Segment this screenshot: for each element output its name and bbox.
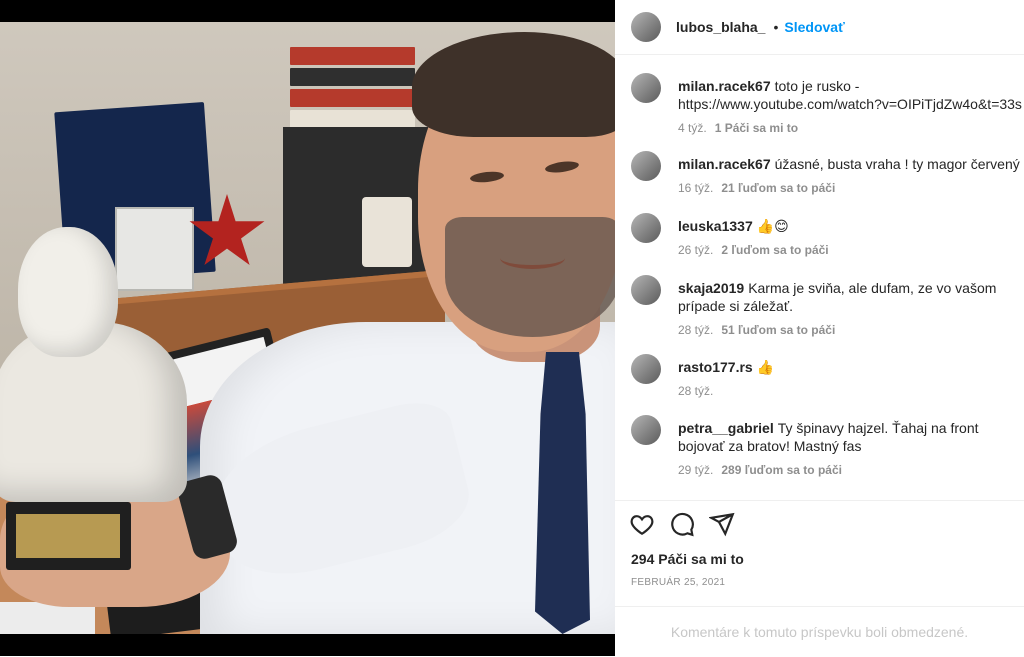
heart-icon[interactable] (629, 511, 655, 537)
photo-scene (0, 22, 615, 634)
comment-item: milan.racek67 toto je rusko - https://www… (631, 73, 1024, 137)
comment-time[interactable]: 26 týž. (678, 243, 713, 257)
comment-likes[interactable]: 289 ľuďom sa to páči (721, 463, 842, 477)
comment-body: skaja2019 Karma je sviňa, ale dufam, ze v… (678, 279, 1023, 339)
share-icon[interactable] (707, 511, 735, 537)
comment-body: milan.racek67 toto je rusko - https://www… (678, 77, 1023, 137)
comment-text: 👍😊 (756, 218, 789, 234)
comment-body: petra__gabriel Ty špinavy hajzel. Ťahaj n… (678, 419, 1023, 479)
comment-avatar[interactable] (631, 151, 661, 181)
comment-body: leuska1337 👍😊 26 týž. 2 ľuďom sa to páči (678, 217, 1023, 259)
post-actions: 294 Páči sa mi to FEBRUÁR 25, 2021 (615, 500, 1024, 588)
comment-likes[interactable]: 51 ľuďom sa to páči (721, 323, 835, 337)
comment-meta: 28 týž. 51 ľuďom sa to páči (678, 321, 1023, 339)
comment-time[interactable]: 29 týž. (678, 463, 713, 477)
comment-likes[interactable]: 1 Páči sa mi to (715, 121, 798, 135)
comment-text: úžasné, busta vraha ! ty magor červený (774, 156, 1020, 172)
header-separator: • (773, 19, 779, 35)
comment-meta: 29 týž. 289 ľuďom sa to páči (678, 461, 1023, 479)
follow-button[interactable]: Sledovať (784, 19, 844, 35)
post-date[interactable]: FEBRUÁR 25, 2021 (631, 577, 725, 588)
author-avatar[interactable] (631, 12, 661, 42)
comment-item: rasto177.rs 👍 28 týž. (631, 354, 1024, 400)
comment-avatar[interactable] (631, 73, 661, 103)
action-icons (629, 511, 735, 537)
post-photo[interactable] (0, 0, 615, 656)
author-username[interactable]: lubos_blaha_ (676, 19, 765, 35)
comment-time[interactable]: 4 týž. (678, 121, 707, 135)
comment-likes[interactable]: 2 ľuďom sa to páči (721, 243, 828, 257)
comment-item: skaja2019 Karma je sviňa, ale dufam, ze v… (631, 275, 1024, 339)
bust-plaque (16, 514, 120, 558)
comment-item: petra__gabriel Ty špinavy hajzel. Ťahaj n… (631, 415, 1024, 479)
comment-item: leuska1337 👍😊 26 týž. 2 ľuďom sa to páči (631, 213, 1024, 259)
comment-avatar[interactable] (631, 354, 661, 384)
comment-avatar[interactable] (631, 415, 661, 445)
award-plaque (115, 207, 194, 291)
book-stack (290, 47, 415, 137)
instagram-post-view: lubos_blaha_ • Sledovať milan.racek67 tot… (0, 0, 1024, 656)
bust-head (18, 227, 118, 357)
comment-item: milan.racek67 úžasné, busta vraha ! ty ma… (631, 151, 1024, 197)
necktie (535, 352, 590, 634)
comment-username[interactable]: skaja2019 (678, 280, 744, 296)
comment-username[interactable]: leuska1337 (678, 218, 753, 234)
comment-username[interactable]: petra__gabriel (678, 420, 774, 436)
post-side-panel: lubos_blaha_ • Sledovať milan.racek67 tot… (615, 0, 1024, 656)
comment-time[interactable]: 28 týž. (678, 384, 713, 398)
comment-text: 👍 (756, 359, 775, 375)
mug (362, 197, 412, 267)
comment-username[interactable]: milan.racek67 (678, 78, 771, 94)
like-count[interactable]: 294 Páči sa mi to (631, 551, 744, 567)
comment-body: rasto177.rs 👍 28 týž. (678, 358, 1023, 400)
beard (445, 217, 615, 337)
comments-disabled-notice: Komentáre k tomuto príspevku boli obmedz… (615, 606, 1024, 657)
comment-meta: 28 týž. (678, 382, 1023, 400)
comment-avatar[interactable] (631, 275, 661, 305)
comment-meta: 16 týž. 21 ľuďom sa to páči (678, 179, 1023, 197)
comment-body: milan.racek67 úžasné, busta vraha ! ty ma… (678, 155, 1023, 197)
comment-time[interactable]: 16 týž. (678, 181, 713, 195)
comment-icon[interactable] (669, 511, 695, 537)
comment-username[interactable]: milan.racek67 (678, 156, 771, 172)
comment-time[interactable]: 28 týž. (678, 323, 713, 337)
comment-username[interactable]: rasto177.rs (678, 359, 753, 375)
comment-likes[interactable]: 21 ľuďom sa to páči (721, 181, 835, 195)
smile (500, 247, 565, 269)
comment-list[interactable]: milan.racek67 toto je rusko - https://www… (615, 55, 1024, 500)
comment-meta: 26 týž. 2 ľuďom sa to páči (678, 241, 1023, 259)
post-header: lubos_blaha_ • Sledovať (615, 0, 1024, 55)
comment-meta: 4 týž. 1 Páči sa mi to (678, 119, 1023, 137)
comment-avatar[interactable] (631, 213, 661, 243)
